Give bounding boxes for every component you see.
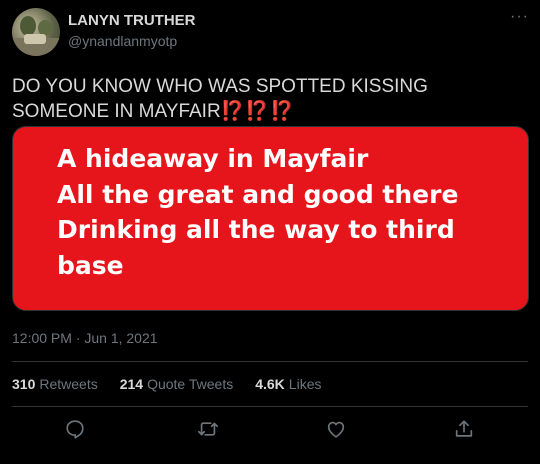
engagement-stats: 310 Retweets 214 Quote Tweets 4.6K Likes [12,376,343,392]
tweet-timestamp[interactable]: 12:00 PM · Jun 1, 2021 [12,330,158,346]
like-icon[interactable] [325,418,349,442]
likes-stat[interactable]: 4.6K Likes [255,376,321,392]
likes-label: Likes [288,376,322,392]
avatar[interactable] [12,8,60,56]
avatar-stone [24,34,46,44]
media-text-line: All the great and good there [57,179,459,209]
action-bar [0,418,540,446]
retweets-label: Retweets [39,376,98,392]
tweet-media-image[interactable]: A hideaway in Mayfair All the great and … [12,126,529,311]
quote-tweets-stat[interactable]: 214 Quote Tweets [120,376,234,392]
user-handle[interactable]: @ynandlanmyotp [68,33,177,49]
media-text-line: A hideaway in Mayfair [57,144,369,173]
reply-icon[interactable] [64,418,88,442]
retweets-stat[interactable]: 310 Retweets [12,376,98,392]
avatar-tree [20,16,36,36]
media-text-line: Drinking all the way to third [57,215,455,244]
likes-count: 4.6K [255,376,285,392]
more-options-icon[interactable]: ··· [510,8,529,26]
share-icon[interactable] [453,418,477,442]
display-name[interactable]: LANYN TRUTHER [68,12,196,29]
retweet-icon[interactable] [197,418,221,442]
quote-tweets-count: 214 [119,376,144,392]
exclamation-question-emphasis: ⁉️⁉️⁉️ [220,101,295,122]
tweet-text: DO YOU KNOW WHO WAS SPOTTED KISSING SOME… [12,74,512,124]
divider [12,361,528,362]
retweets-count: 310 [12,376,36,392]
media-text-line: base [57,250,124,280]
quote-tweets-label: Quote Tweets [147,376,234,392]
divider [12,406,528,407]
